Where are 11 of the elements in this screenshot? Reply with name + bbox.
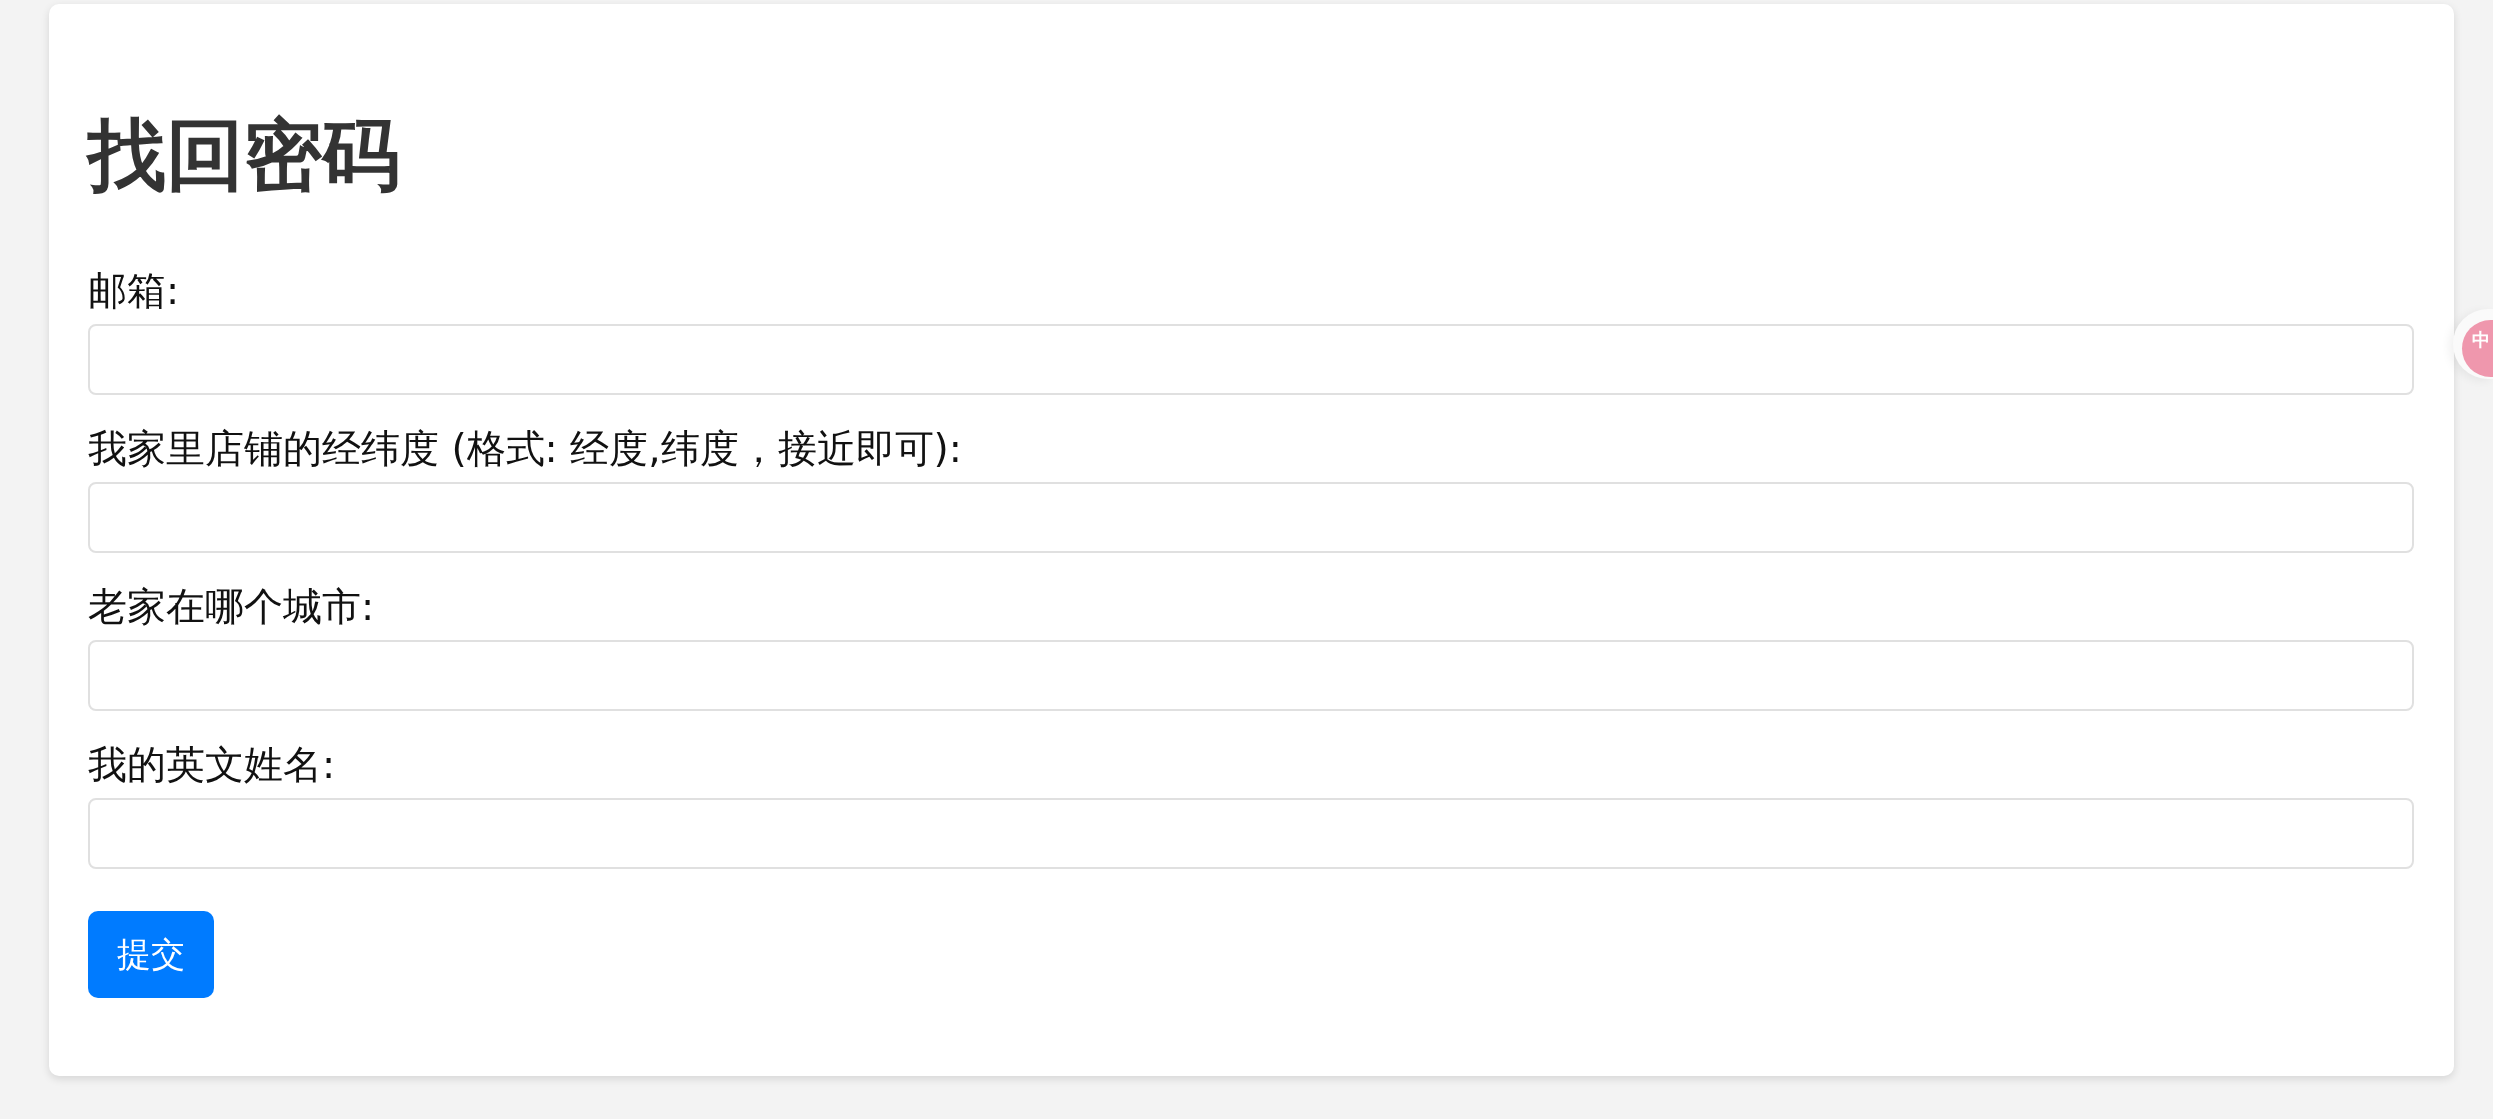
- input-field[interactable]: [88, 640, 2414, 711]
- translate-button[interactable]: 中: [2453, 309, 2493, 379]
- input-field[interactable]: [88, 482, 2414, 553]
- field-label: 邮箱:: [88, 267, 180, 315]
- input-field[interactable]: [88, 798, 2414, 869]
- field-label: 老家在哪个城市:: [88, 583, 375, 631]
- input-field[interactable]: [88, 324, 2414, 395]
- field-label: 我家里店铺的经纬度 (格式: 经度,纬度，接近即可):: [88, 425, 962, 473]
- submit-button[interactable]: 提交: [88, 911, 214, 998]
- field-label: 我的英文姓名:: [88, 741, 336, 789]
- page-title: 找回密码: [88, 109, 400, 202]
